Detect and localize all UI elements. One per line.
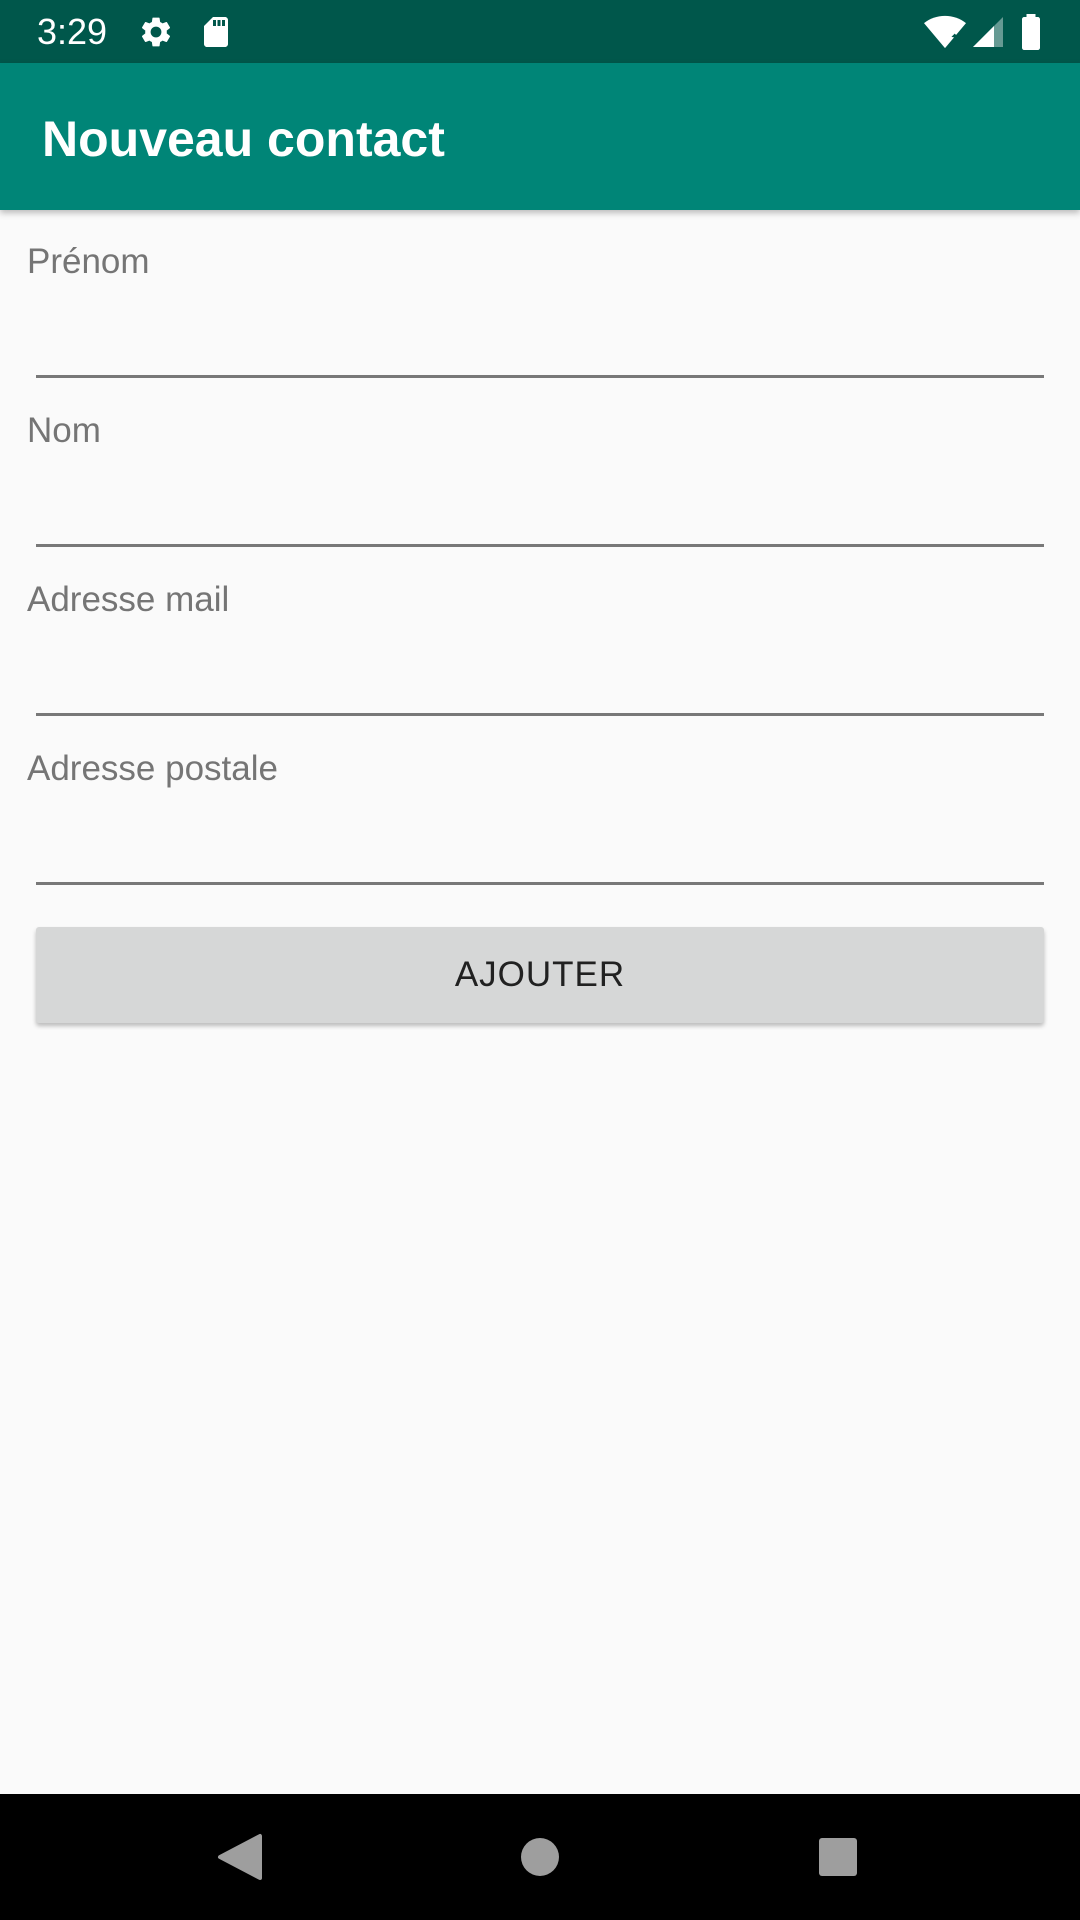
last-name-field: Nom [0, 379, 1080, 548]
first-name-field: Prénom [0, 210, 1080, 379]
navigation-bar [0, 1794, 1080, 1920]
status-time: 3:29 [37, 11, 108, 52]
wifi-icon [924, 14, 966, 50]
first-name-label: Prénom [27, 242, 150, 281]
back-icon [218, 1834, 262, 1880]
postal-address-label: Adresse postale [27, 749, 278, 788]
postal-address-input[interactable] [36, 797, 1044, 885]
back-button[interactable] [200, 1821, 280, 1893]
app-bar: Nouveau contact [0, 63, 1080, 210]
recents-button[interactable] [798, 1821, 878, 1893]
status-bar: 3:29 [0, 0, 1080, 63]
email-input[interactable] [36, 628, 1044, 716]
home-button[interactable] [500, 1821, 580, 1893]
first-name-input[interactable] [36, 290, 1044, 378]
add-button[interactable]: AJOUTER [36, 927, 1044, 1023]
sd-card-icon [198, 14, 234, 50]
recents-icon [819, 1838, 857, 1876]
email-field: Adresse mail [0, 548, 1080, 717]
home-icon [521, 1838, 559, 1876]
page-title: Nouveau contact [42, 111, 445, 167]
last-name-input[interactable] [36, 459, 1044, 547]
battery-icon [1016, 14, 1046, 50]
postal-address-field: Adresse postale [0, 717, 1080, 886]
email-label: Adresse mail [27, 580, 230, 619]
last-name-label: Nom [27, 411, 101, 450]
screen: 3:29 Nouveau contact Prénom Nom Adresse … [0, 0, 1080, 1920]
signal-icon [970, 14, 1006, 50]
gear-icon [138, 14, 174, 50]
